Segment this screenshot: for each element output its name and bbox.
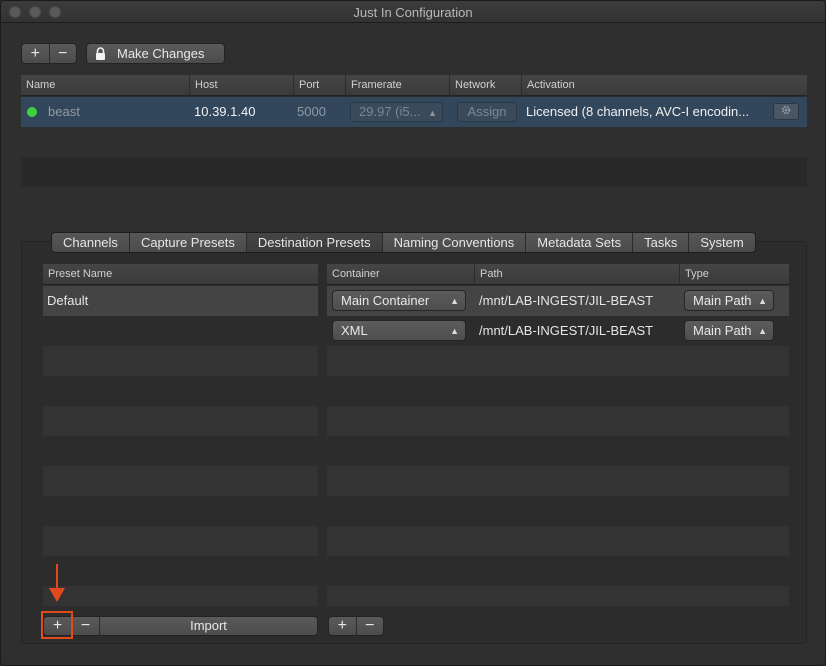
add-device-button[interactable]: + xyxy=(22,44,50,63)
tab-channels[interactable]: Channels xyxy=(52,233,129,252)
preset-row-empty xyxy=(43,406,318,436)
column-header-port[interactable]: Port xyxy=(293,75,345,96)
container-value: XML xyxy=(341,323,368,338)
tab-tasks[interactable]: Tasks xyxy=(632,233,688,252)
destination-row-empty xyxy=(327,586,789,606)
type-value: Main Path xyxy=(693,293,752,308)
preset-row-empty xyxy=(43,436,318,466)
device-name: beast xyxy=(48,104,80,119)
lock-icon xyxy=(95,47,106,60)
container-select[interactable]: Main Container ▲▼ xyxy=(332,290,466,325)
destination-row-empty xyxy=(327,556,789,586)
tab-destination-presets[interactable]: Destination Presets xyxy=(245,233,382,252)
device-row-empty xyxy=(21,127,807,157)
tab-bar: Channels Capture Presets Destination Pre… xyxy=(51,232,756,253)
preset-row-empty xyxy=(43,526,318,556)
device-row[interactable]: beast 10.39.1.40 5000 29.97 (i5... ▲▼ As… xyxy=(21,97,807,136)
annotation-arrow-icon xyxy=(49,564,65,607)
title-bar: Just In Configuration xyxy=(1,1,825,23)
preset-row-empty xyxy=(43,586,318,606)
device-table-header: Name Host Port Framerate Network Activat… xyxy=(21,75,807,96)
preset-row-empty xyxy=(43,496,318,526)
destination-row[interactable]: Main Container ▲▼ /mnt/LAB-INGEST/JIL-BE… xyxy=(327,286,789,325)
column-header-framerate[interactable]: Framerate xyxy=(345,75,449,96)
destination-row-empty xyxy=(327,526,789,556)
destination-row-empty xyxy=(327,376,789,406)
column-header-network[interactable]: Network xyxy=(449,75,521,96)
tab-system[interactable]: System xyxy=(688,233,754,252)
tab-naming-conventions[interactable]: Naming Conventions xyxy=(381,233,526,252)
tab-capture-presets[interactable]: Capture Presets xyxy=(128,233,246,252)
destination-row-empty xyxy=(327,496,789,526)
type-value: Main Path xyxy=(693,323,752,338)
column-header-path[interactable]: Path xyxy=(474,264,679,285)
device-row-empty xyxy=(21,157,807,187)
column-header-host[interactable]: Host xyxy=(189,75,293,96)
make-changes-button[interactable]: Make Changes xyxy=(86,43,225,64)
destination-path: /mnt/LAB-INGEST/JIL-BEAST xyxy=(479,293,654,308)
container-value: Main Container xyxy=(341,293,430,308)
column-header-name[interactable]: Name xyxy=(21,75,189,96)
tab-metadata-sets[interactable]: Metadata Sets xyxy=(525,233,632,252)
import-button[interactable]: Import xyxy=(100,617,317,635)
add-destination-button[interactable]: + xyxy=(329,617,357,635)
device-table: Name Host Port Framerate Network Activat… xyxy=(21,75,807,215)
make-changes-label: Make Changes xyxy=(117,46,205,61)
column-header-preset-name[interactable]: Preset Name xyxy=(43,264,318,285)
device-activation: Licensed (8 channels, AVC-I encodin... xyxy=(526,104,750,119)
destination-row-empty xyxy=(327,406,789,436)
type-select[interactable]: Main Path ▲▼ xyxy=(684,290,774,325)
preset-row-empty xyxy=(43,556,318,586)
remove-destination-button[interactable]: − xyxy=(357,617,384,635)
destination-path: /mnt/LAB-INGEST/JIL-BEAST xyxy=(479,323,654,338)
remove-device-button[interactable]: − xyxy=(50,44,77,63)
type-select[interactable]: Main Path ▲▼ xyxy=(684,320,774,355)
column-header-activation[interactable]: Activation xyxy=(521,75,807,96)
preset-list-header: Preset Name xyxy=(43,264,318,285)
preset-row-empty xyxy=(43,316,318,346)
device-settings-button[interactable] xyxy=(773,103,799,120)
framerate-select[interactable]: 29.97 (i5... ▲▼ xyxy=(350,102,443,136)
column-header-container[interactable]: Container xyxy=(327,264,474,285)
window-title: Just In Configuration xyxy=(353,5,473,20)
app-window: Just In Configuration + − Make Changes N… xyxy=(0,0,826,666)
preset-row-empty xyxy=(43,466,318,496)
preset-item-label: Default xyxy=(47,293,89,308)
destination-row[interactable]: XML ▲▼ /mnt/LAB-INGEST/JIL-BEAST Main Pa… xyxy=(327,316,789,355)
remove-preset-button[interactable]: − xyxy=(72,617,100,635)
device-add-remove-group: + − xyxy=(21,43,77,64)
container-select[interactable]: XML ▲▼ xyxy=(332,320,466,355)
destination-row-empty xyxy=(327,346,789,376)
destination-row-empty xyxy=(327,436,789,466)
preset-list: Preset Name Default xyxy=(43,264,318,606)
gear-icon xyxy=(780,104,792,119)
annotation-highlight-box xyxy=(41,611,73,639)
device-row-empty xyxy=(21,187,807,215)
preset-button-bar: + − Import xyxy=(43,616,318,636)
device-port: 5000 xyxy=(297,104,326,119)
device-host: 10.39.1.40 xyxy=(194,104,256,119)
assign-network-button[interactable]: Assign xyxy=(457,102,517,122)
preset-row-empty xyxy=(43,376,318,406)
destination-table-header: Container Path Type xyxy=(327,264,789,285)
preset-row-empty xyxy=(43,346,318,376)
column-header-type[interactable]: Type xyxy=(679,264,789,285)
destination-button-bar: + − xyxy=(328,616,384,636)
destination-row-empty xyxy=(327,466,789,496)
preset-item[interactable]: Default xyxy=(43,286,318,316)
destination-table: Container Path Type Main Container ▲▼ /m… xyxy=(327,264,789,606)
status-online-icon xyxy=(27,107,37,117)
framerate-value: 29.97 (i5... xyxy=(359,104,421,119)
